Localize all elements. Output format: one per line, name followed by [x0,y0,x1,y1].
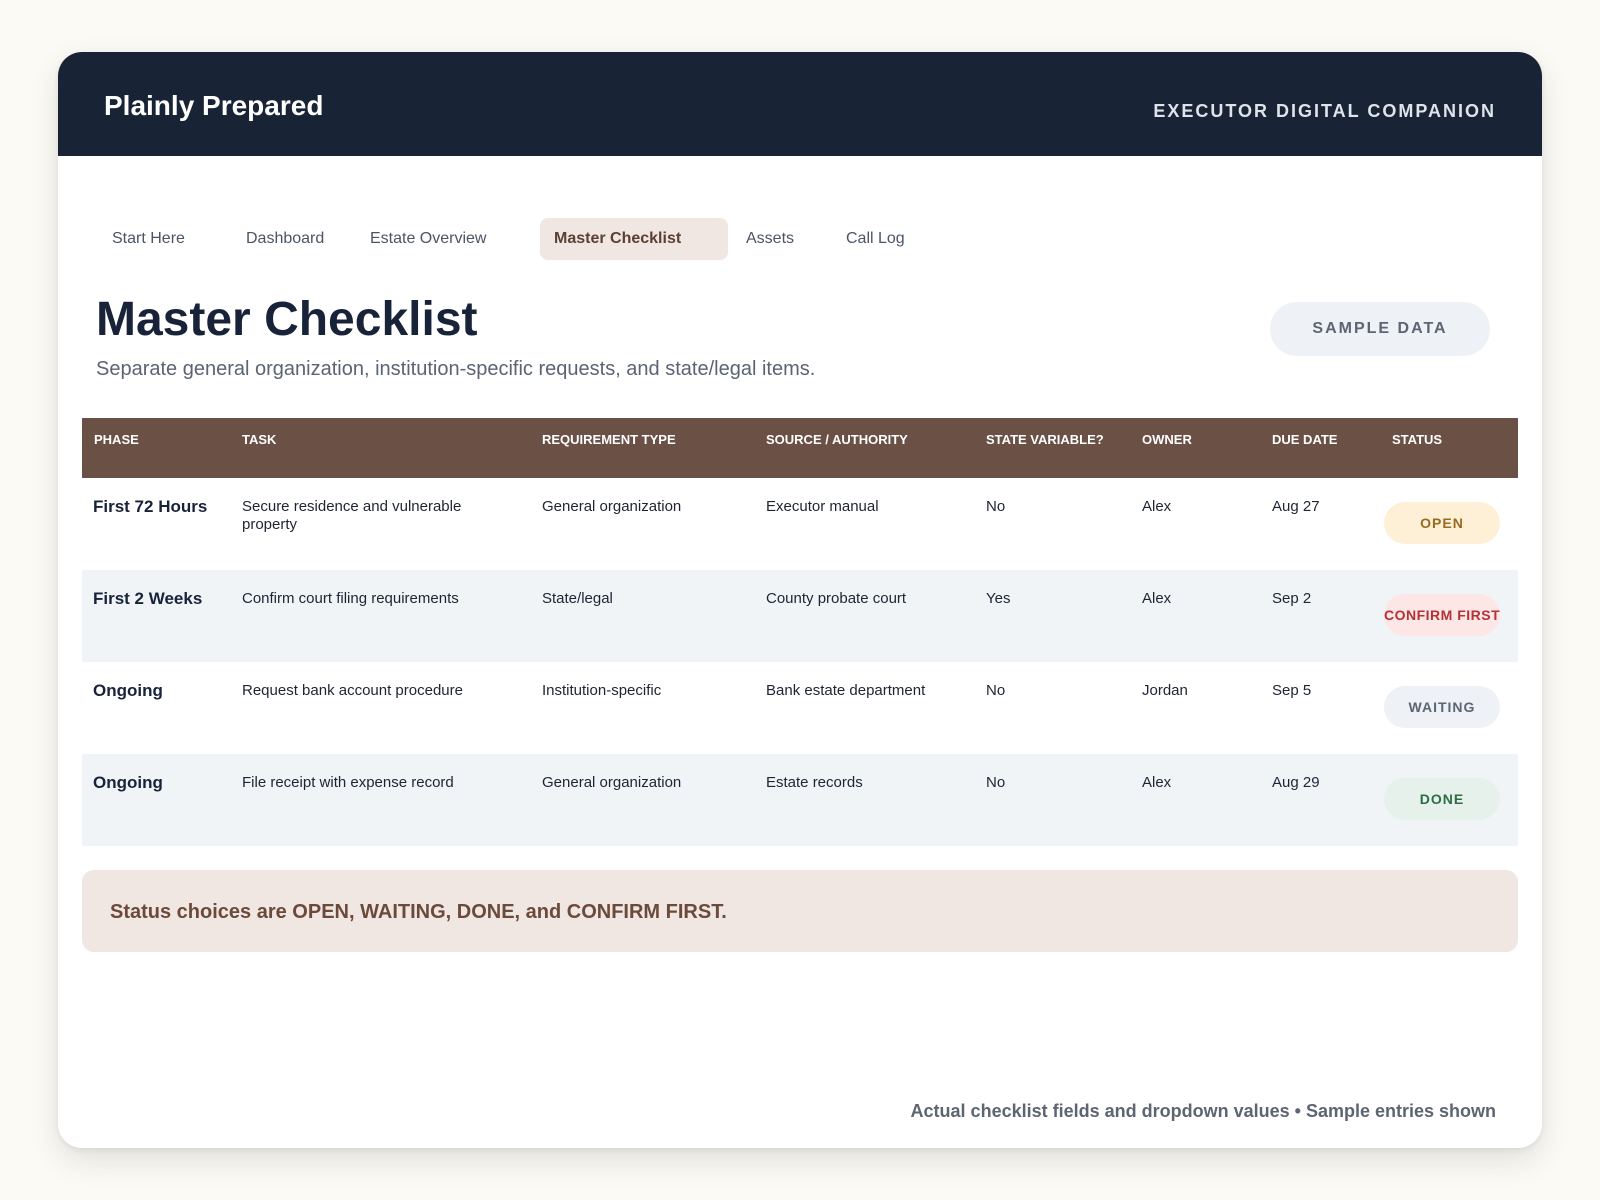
tab-start-here[interactable]: Start Here [98,218,199,260]
col-phase[interactable]: PHASE [94,418,139,478]
cell-phase: Ongoing [93,681,163,700]
checklist-table: PHASE TASK REQUIREMENT TYPE SOURCE / AUT… [82,418,1518,846]
cell-state-variable: No [986,498,1006,515]
page-subtitle: Separate general organization, instituti… [96,358,816,380]
table-row[interactable]: Ongoing File receipt with expense record… [82,754,1518,846]
cell-task: Confirm court filing requirements [242,590,459,607]
cell-requirement-type: General organization [542,774,682,791]
app-header: Plainly Prepared EXECUTOR DIGITAL COMPAN… [58,52,1542,156]
cell-owner: Alex [1142,774,1172,791]
col-due-date[interactable]: DUE DATE [1272,418,1337,478]
table-header: PHASE TASK REQUIREMENT TYPE SOURCE / AUT… [82,418,1518,478]
tab-call-log[interactable]: Call Log [832,218,919,260]
cell-due-date: Sep 2 [1272,590,1312,607]
col-status[interactable]: STATUS [1392,418,1442,478]
col-task[interactable]: TASK [242,418,276,478]
tab-master-checklist[interactable]: Master Checklist [540,218,728,260]
page-title: Master Checklist [96,293,478,346]
cell-due-date: Aug 27 [1272,498,1320,515]
cell-requirement-type: State/legal [542,590,613,607]
footer-caption: Actual checklist fields and dropdown val… [910,1101,1496,1121]
cell-source: Executor manual [766,498,879,515]
tab-dashboard[interactable]: Dashboard [232,218,338,260]
tab-estate-overview[interactable]: Estate Overview [356,218,500,260]
status-badge[interactable]: WAITING [1384,686,1500,728]
cell-requirement-type: Institution-specific [542,682,662,699]
col-source-authority[interactable]: SOURCE / AUTHORITY [766,418,908,478]
col-owner[interactable]: OWNER [1142,418,1192,478]
brand-title: Plainly Prepared [104,90,324,121]
status-badge[interactable]: DONE [1384,778,1500,820]
cell-phase: First 2 Weeks [93,589,203,608]
table-row[interactable]: First 2 Weeks Confirm court filing requi… [82,570,1518,662]
cell-task: Secure residence and vulnerable property [242,498,462,533]
cell-owner: Alex [1142,590,1172,607]
cell-due-date: Sep 5 [1272,682,1312,699]
app-subtitle: EXECUTOR DIGITAL COMPANION [1153,101,1496,121]
table-row[interactable]: First 72 Hours Secure residence and vuln… [82,478,1518,570]
cell-source: Estate records [766,774,863,791]
sample-data-badge: SAMPLE DATA [1270,302,1490,356]
tab-assets[interactable]: Assets [732,218,808,260]
cell-state-variable: Yes [986,590,1011,607]
cell-owner: Alex [1142,498,1172,515]
cell-source: Bank estate department [766,682,926,699]
app-window: Plainly Prepared EXECUTOR DIGITAL COMPAN… [58,52,1542,1148]
cell-due-date: Aug 29 [1272,774,1320,791]
cell-state-variable: No [986,774,1006,791]
col-requirement-type[interactable]: REQUIREMENT TYPE [542,418,676,478]
cell-task: File receipt with expense record [242,774,454,791]
status-badge[interactable]: CONFIRM FIRST [1384,594,1500,636]
table-row[interactable]: Ongoing Request bank account procedure I… [82,662,1518,754]
cell-state-variable: No [986,682,1006,699]
status-note: Status choices are OPEN, WAITING, DONE, … [82,870,1518,952]
col-state-variable[interactable]: STATE VARIABLE? [986,418,1104,478]
cell-task: Request bank account procedure [242,682,463,699]
cell-owner: Jordan [1142,682,1188,699]
status-note-text: Status choices are OPEN, WAITING, DONE, … [110,901,727,923]
status-badge[interactable]: OPEN [1384,502,1500,544]
cell-source: County probate court [766,590,907,607]
cell-requirement-type: General organization [542,498,682,515]
cell-phase: Ongoing [93,773,163,792]
cell-phase: First 72 Hours [93,497,208,516]
